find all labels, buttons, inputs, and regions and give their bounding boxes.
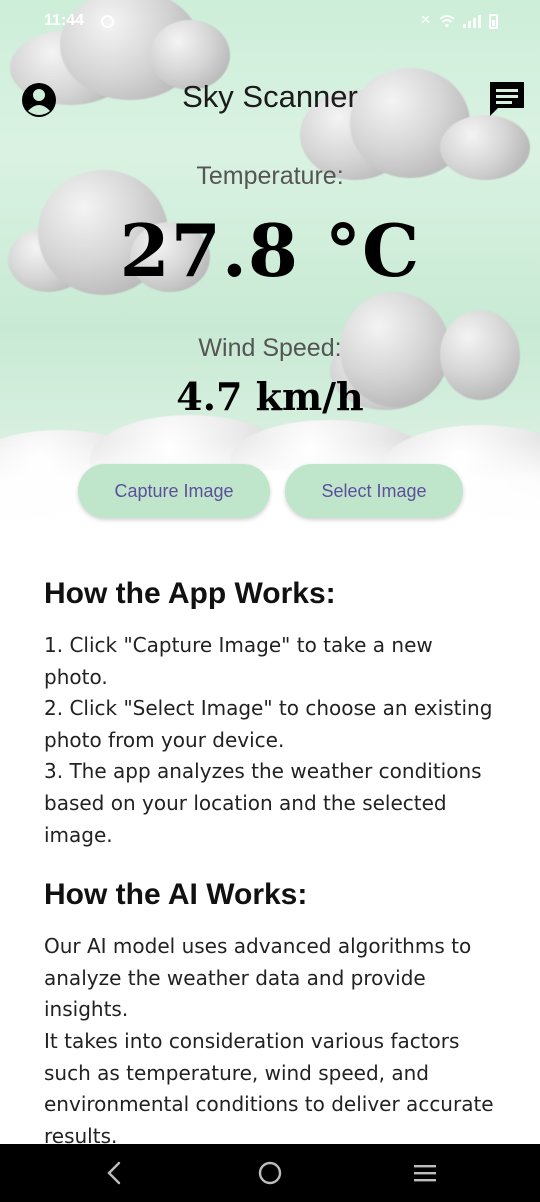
capture-image-button[interactable]: Capture Image bbox=[78, 464, 270, 518]
paragraph-line: photo from your device. bbox=[44, 727, 285, 752]
temperature-value: 27.8 °C bbox=[119, 208, 421, 293]
chat-button[interactable] bbox=[488, 80, 526, 118]
wind-speed-value: 4.7 km/h bbox=[176, 374, 364, 419]
wifi-icon bbox=[439, 15, 455, 28]
paragraph-line: environmental conditions to deliver accu… bbox=[44, 1092, 494, 1117]
paragraph-line: Our AI model uses advanced algorithms to bbox=[44, 934, 472, 959]
app-title: Sky Scanner bbox=[182, 79, 358, 114]
nav-home-button[interactable] bbox=[255, 1158, 285, 1188]
signal-icon bbox=[463, 14, 481, 28]
how-app-works-heading: How the App Works: bbox=[44, 577, 336, 610]
mute-icon: ✕ bbox=[420, 13, 431, 28]
paragraph-line: image. bbox=[44, 822, 113, 847]
system-nav-bar bbox=[0, 1144, 540, 1202]
paragraph-line: 2. Click "Select Image" to choose an exi… bbox=[44, 696, 493, 721]
paragraph-line: based on your location and the selected bbox=[44, 790, 447, 815]
chat-message-icon bbox=[490, 82, 524, 116]
wind-speed-label: Wind Speed: bbox=[198, 334, 342, 362]
app-notification-icon bbox=[101, 15, 114, 28]
paragraph-line: 1. Click "Capture Image" to take a new bbox=[44, 633, 433, 657]
info-content: How the App Works: 1. Click "Capture Ima… bbox=[44, 572, 500, 1152]
home-icon bbox=[258, 1161, 282, 1185]
status-bar: 11:44 ✕ bbox=[0, 0, 540, 44]
how-ai-works-text: Our AI model uses advanced algorithms to… bbox=[44, 931, 500, 1152]
paragraph-line: such as temperature, wind speed, and bbox=[44, 1060, 429, 1085]
nav-recents-button[interactable] bbox=[410, 1158, 440, 1188]
paragraph-line: photo. bbox=[44, 664, 108, 689]
paragraph-line: It takes into consideration various fact… bbox=[44, 1028, 460, 1053]
status-icons: ✕ bbox=[420, 12, 498, 30]
back-icon bbox=[107, 1161, 121, 1185]
battery-charging-icon bbox=[489, 13, 498, 29]
how-app-works-text: 1. Click "Capture Image" to take a new p… bbox=[44, 630, 500, 851]
nav-back-button[interactable] bbox=[100, 1158, 130, 1188]
temperature-label: Temperature: bbox=[196, 162, 344, 190]
paragraph-line: 3. The app analyzes the weather conditio… bbox=[44, 759, 482, 784]
how-ai-works-heading: How the AI Works: bbox=[44, 878, 308, 912]
paragraph-line: insights. bbox=[44, 997, 129, 1022]
paragraph-line: analyze the weather data and provide bbox=[44, 965, 426, 990]
select-image-button[interactable]: Select Image bbox=[285, 464, 463, 518]
status-time: 11:44 bbox=[44, 12, 85, 29]
recents-icon bbox=[414, 1165, 436, 1182]
